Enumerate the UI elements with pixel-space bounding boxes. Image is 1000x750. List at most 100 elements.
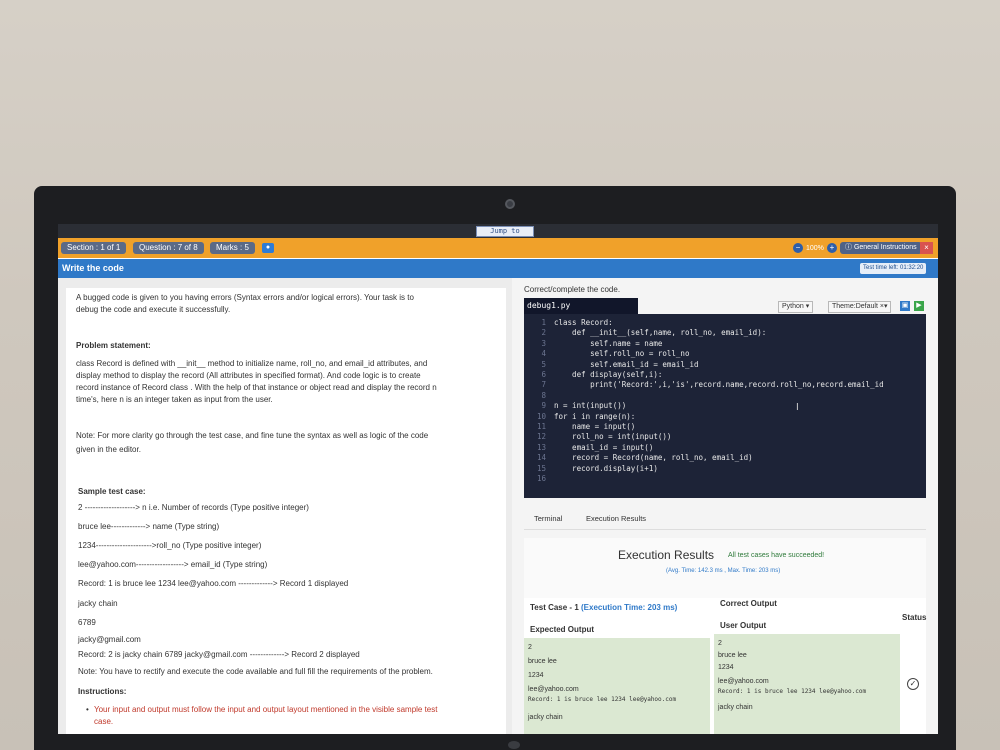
line-number: 12 (536, 432, 546, 442)
line-number: 3 (541, 338, 546, 348)
sample-line: jacky chain (78, 599, 118, 608)
code-line[interactable]: for i in range(n): (554, 412, 635, 422)
user-line: bruce lee (718, 652, 747, 659)
intro-line-1: A bugged code is given to you having err… (76, 293, 414, 302)
tab-terminal[interactable]: Terminal (534, 514, 562, 523)
problem-card: A bugged code is given to you having err… (66, 288, 506, 734)
sample-line: Record: 1 is bruce lee 1234 lee@yahoo.co… (78, 579, 349, 588)
sample-line: jacky@gmail.com (78, 635, 141, 644)
sample-line: lee@yahoo.com------------------> email_i… (78, 560, 268, 569)
general-instructions-label: General Instructions (853, 244, 917, 251)
note-line-1: Note: For more clarity go through the te… (76, 431, 429, 440)
expected-line: jacky chain (528, 714, 563, 721)
webcam-icon (505, 199, 515, 209)
results-status: All test cases have succeeded! (728, 552, 825, 559)
code-line[interactable]: email_id = input() (554, 443, 653, 453)
expected-line: bruce lee (528, 658, 557, 665)
line-number: 7 (541, 380, 546, 390)
question-badge[interactable]: Question : 7 of 8 (133, 242, 204, 254)
instruction-line-1b: case. (94, 717, 114, 726)
zoom-level: 100% (806, 244, 824, 252)
problem-panel: A bugged code is given to you having err… (58, 278, 512, 734)
chat-icon[interactable]: ● (262, 243, 274, 253)
user-line: 2 (718, 640, 722, 647)
top-strip: Jump to (58, 224, 938, 238)
theme-select[interactable]: Theme:Default ×▾ (828, 301, 892, 313)
correct-output-header: Correct Output (720, 599, 777, 608)
code-line[interactable]: print('Record:',i,'is',record.name,recor… (554, 380, 884, 390)
time-left-badge: Test time left: 01:32:20 (860, 263, 927, 274)
line-number: 13 (536, 442, 546, 452)
code-line[interactable]: name = input() (554, 422, 635, 432)
statement-line-2: display method to display the record (Al… (76, 371, 421, 380)
line-number: 4 (541, 349, 546, 359)
tab-execution-results[interactable]: Execution Results (586, 514, 646, 523)
section-badge[interactable]: Section : 1 of 1 (61, 242, 127, 254)
instruction-line-1: Your input and output must follow the in… (94, 705, 438, 714)
language-select[interactable]: Python ▾ (778, 301, 814, 313)
save-icon[interactable]: ▣ (900, 301, 910, 311)
note-line-2: given in the editor. (76, 445, 141, 454)
zoom-controls: − 100% + (793, 242, 837, 254)
code-line[interactable]: self.roll_no = roll_no (554, 349, 689, 359)
theme-value: Theme:Default (832, 303, 878, 310)
code-line[interactable]: roll_no = int(input()) (554, 432, 671, 442)
code-line[interactable]: class Record: (554, 318, 613, 328)
code-editor[interactable]: debug1.py Python ▾ Theme:Default ×▾ ▣ ▶ … (524, 298, 926, 498)
test-case-title: Test Case - 1 (530, 603, 579, 612)
code-line[interactable]: self.name = name (554, 339, 662, 349)
code-line[interactable]: def display(self,i): (554, 370, 662, 380)
rectify-note: Note: You have to rectify and execute th… (78, 667, 433, 676)
title-bar: Write the code Test time left: 01:32:20 (58, 259, 938, 278)
editor-toolbar: Python ▾ Theme:Default ×▾ ▣ ▶ (638, 298, 926, 314)
marks-badge: Marks : 5 (210, 242, 255, 254)
sample-line: 6789 (78, 618, 96, 627)
line-number: 6 (541, 370, 546, 379)
language-value: Python (782, 303, 804, 310)
file-tab[interactable]: debug1.py (524, 298, 638, 314)
line-number: 16 (536, 474, 546, 483)
code-line[interactable]: def __init__(self,name, roll_no, email_i… (554, 328, 766, 338)
sample-line: bruce lee-------------> name (Type strin… (78, 522, 220, 531)
instructions-heading: Instructions: (78, 687, 127, 696)
line-number: 5 (541, 359, 546, 369)
code-area[interactable]: 1 class Record: 2 def __init__(self,name, … (524, 318, 926, 494)
line-number: 15 (536, 463, 546, 473)
line-number: 1 (541, 318, 546, 327)
status-header: Status (902, 613, 927, 622)
line-number: 14 (536, 453, 546, 463)
execution-time: (Execution Time: 203 ms) (581, 603, 678, 612)
test-case-label: Test Case - 1 (Execution Time: 203 ms) (530, 602, 677, 613)
expected-line: 2 (528, 644, 532, 651)
statement-line-4: time's, here n is an integer taken as in… (76, 395, 273, 404)
line-number: 8 (541, 390, 546, 400)
statement-line-3: record instance of Record class . With t… (76, 383, 437, 392)
general-instructions-button[interactable]: ⓘ General Instructions (840, 242, 922, 254)
check-icon: ✓ (907, 678, 919, 690)
results-title: Execution Results (618, 548, 715, 562)
code-line[interactable]: record.display(i+1) (554, 464, 658, 474)
zoom-in-icon[interactable]: + (826, 243, 837, 253)
code-line[interactable]: n = int(input()) (554, 401, 626, 411)
editor-panel: Correct/complete the code. debug1.py Pyt… (512, 278, 938, 734)
sample-line: Record: 2 is jacky chain 6789 jacky@gmai… (78, 650, 360, 659)
close-icon[interactable]: × (920, 242, 933, 254)
user-line: Record: 1 is bruce lee 1234 lee@yahoo.co… (718, 688, 867, 695)
jump-to-button[interactable]: Jump to (476, 226, 534, 237)
info-icon: ⓘ (845, 244, 854, 251)
expected-line: 1234 (528, 672, 544, 679)
intro-line-2: debug the code and execute it successful… (76, 305, 231, 314)
laptop-screen: Jump to Section : 1 of 1 Question : 7 of… (58, 224, 938, 734)
expected-line: Record: 1 is bruce lee 1234 lee@yahoo.co… (528, 696, 677, 703)
code-line[interactable]: record = Record(name, roll_no, email_id) (554, 453, 753, 463)
zoom-out-icon[interactable]: − (793, 243, 803, 253)
line-number: 2 (541, 328, 546, 338)
laptop-bottom-bezel (34, 734, 956, 750)
execution-results-summary: Execution Results All test cases have su… (524, 538, 926, 598)
user-line: 1234 (718, 664, 734, 671)
code-line[interactable]: self.email_id = email_id (554, 360, 698, 370)
hp-logo-icon (508, 741, 520, 749)
editor-heading: Correct/complete the code. (524, 285, 621, 294)
line-number: 9 (541, 401, 546, 411)
run-icon[interactable]: ▶ (914, 301, 924, 311)
